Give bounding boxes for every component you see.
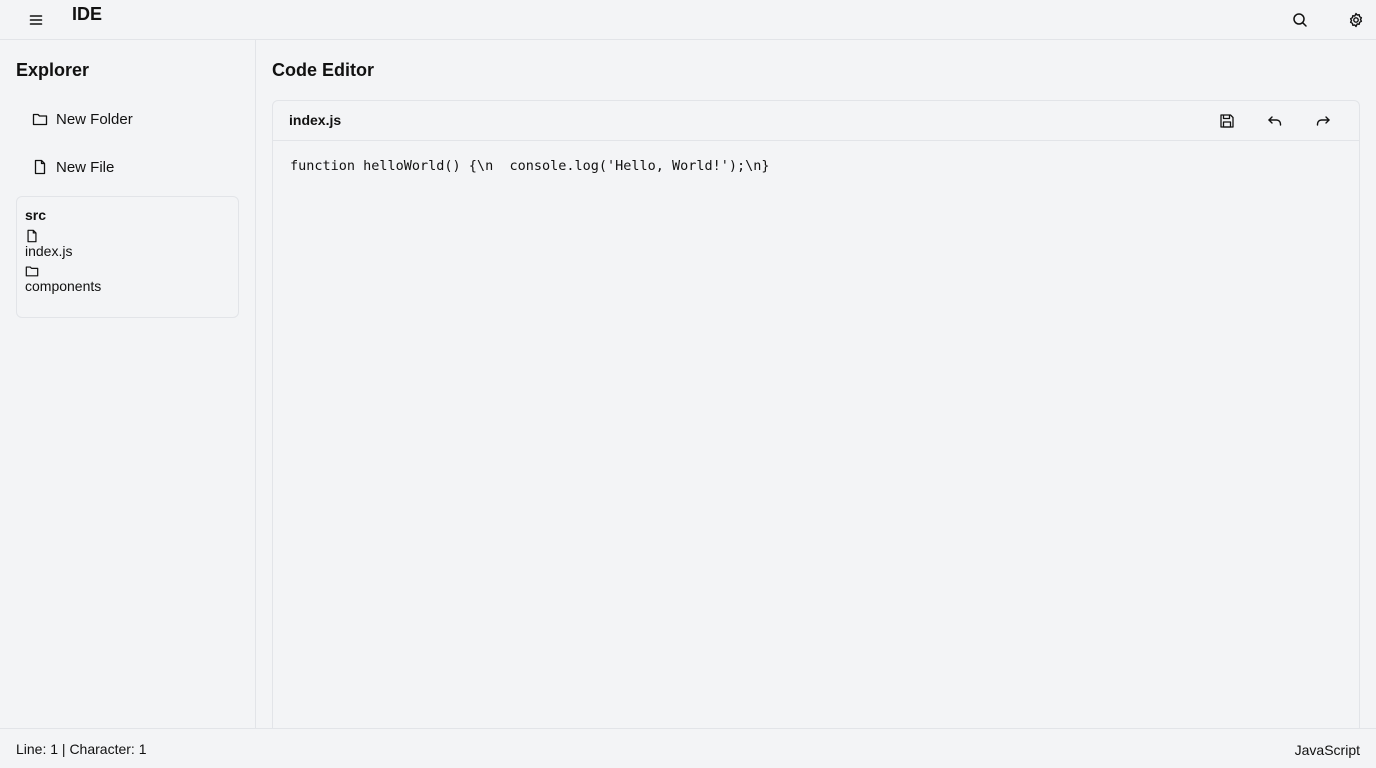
undo-button[interactable] — [1263, 109, 1287, 133]
undo-icon — [1268, 116, 1282, 126]
tree-item-components[interactable]: components — [25, 264, 230, 295]
menu-icon — [29, 15, 43, 25]
top-bar: IDE — [0, 0, 1376, 40]
folder-icon — [25, 266, 39, 277]
file-icon — [34, 159, 46, 175]
file-icon — [27, 229, 37, 243]
code-editor-panel: index.js function helloWorld() {\n conso… — [272, 100, 1360, 740]
language-indicator[interactable]: JavaScript — [1295, 742, 1360, 758]
explorer-title: Explorer — [16, 60, 90, 80]
tree-item-index-js[interactable]: index.js — [25, 229, 230, 260]
folder-icon — [32, 113, 48, 126]
file-tree: src index.js components — [16, 196, 239, 318]
tree-item-label: index.js — [25, 243, 73, 259]
editor-header: index.js — [273, 101, 1359, 141]
gear-icon — [1349, 12, 1363, 28]
cursor-position: Line: 1 | Character: 1 — [16, 741, 147, 757]
code-text[interactable]: function helloWorld() {\n console.log('H… — [290, 158, 770, 174]
search-button[interactable] — [1288, 8, 1312, 32]
menu-button[interactable] — [24, 8, 48, 32]
redo-icon — [1316, 116, 1330, 126]
new-file-label: New File — [56, 158, 115, 176]
search-icon — [1293, 13, 1307, 27]
redo-button[interactable] — [1311, 109, 1335, 133]
save-button[interactable] — [1215, 109, 1239, 133]
save-icon — [1220, 114, 1234, 128]
tree-root-label: src — [25, 207, 47, 223]
new-file-button[interactable]: New File — [16, 149, 240, 185]
tree-item-label: components — [25, 278, 102, 294]
new-folder-button[interactable]: New Folder — [16, 101, 240, 137]
sidebar: Explorer New Folder New File src index.j… — [0, 40, 256, 728]
status-bar: Line: 1 | Character: 1 JavaScript — [0, 728, 1376, 768]
editor-filename: index.js — [289, 112, 342, 128]
new-folder-label: New Folder — [56, 110, 133, 128]
app-title: IDE — [72, 4, 103, 24]
settings-button[interactable] — [1344, 8, 1368, 32]
page-title: Code Editor — [272, 60, 374, 80]
